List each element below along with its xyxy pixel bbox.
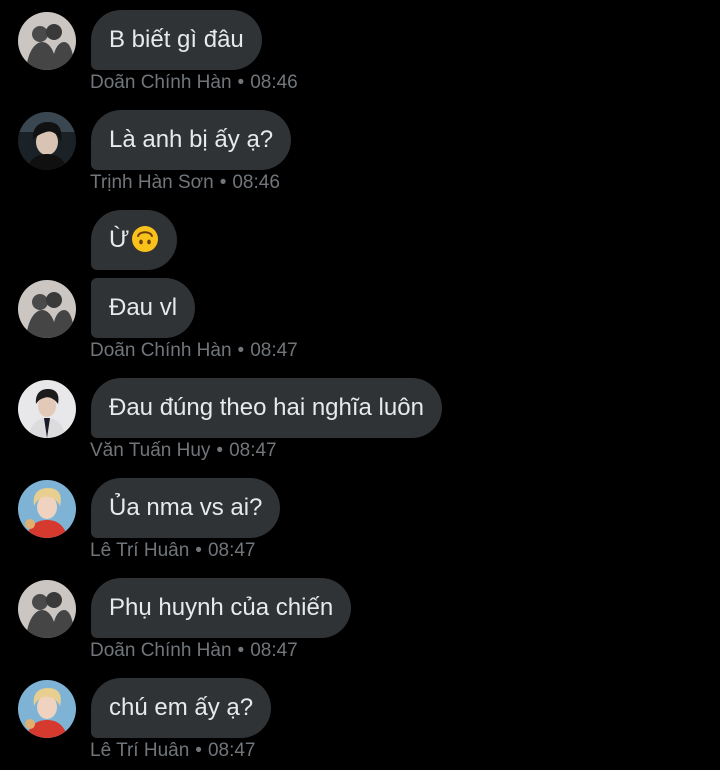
message-bubble[interactable]: Đau đúng theo hai nghĩa luôn (91, 378, 442, 438)
conversation: B biết gì đâu Doãn Chính Hàn • 08:46 Là an… (0, 0, 720, 770)
separator-dot: • (237, 72, 245, 93)
message-time: 08:46 (250, 72, 298, 93)
message-time: 08:47 (250, 640, 298, 661)
separator-dot: • (219, 172, 227, 193)
message-bubble[interactable]: Ủa nma vs ai? (91, 478, 281, 538)
message-text: Phụ huynh của chiến (109, 594, 334, 621)
message-text: Ủa nma vs ai? (109, 494, 263, 521)
separator-dot: • (237, 640, 245, 661)
message-meta: Văn Tuấn Huy • 08:47 (90, 440, 277, 462)
message-time: 08:47 (207, 740, 256, 761)
avatar-dark-hair-icon[interactable] (18, 112, 76, 170)
message-meta: Doãn Chính Hàn • 08:47 (90, 640, 298, 662)
sender-name[interactable]: Lê Trí Huân (90, 740, 189, 761)
sender-name[interactable]: Doãn Chính Hàn (90, 72, 232, 93)
separator-dot: • (216, 440, 224, 461)
sender-name[interactable]: Văn Tuấn Huy (90, 440, 210, 461)
avatar-silhouette-icon[interactable] (18, 280, 76, 338)
message-text: Là anh bị ấy ạ? (109, 126, 274, 153)
message-bubble[interactable]: Ừ (91, 210, 177, 270)
sender-name[interactable]: Doãn Chính Hàn (90, 340, 232, 361)
message-time: 08:47 (229, 440, 277, 461)
message-text: B biết gì đâu (109, 26, 244, 53)
message-time: 08:46 (232, 172, 280, 193)
message-text: Đau đúng theo hai nghĩa luôn (109, 394, 424, 421)
message-text: Đau vl (109, 294, 178, 321)
message-meta: Doãn Chính Hàn • 08:46 (90, 72, 298, 94)
avatar-silhouette-icon[interactable] (18, 580, 76, 638)
avatar-blonde-icon[interactable] (18, 680, 76, 738)
message-bubble[interactable]: Phụ huynh của chiến (91, 578, 352, 638)
message-meta: Lê Trí Huân • 08:47 (90, 740, 255, 762)
message-text: Ừ (109, 226, 130, 253)
message-text: chú em ấy ạ? (109, 694, 254, 721)
avatar-blonde-icon[interactable] (18, 480, 76, 538)
message-time: 08:47 (250, 340, 298, 361)
separator-dot: • (237, 340, 245, 361)
separator-dot: • (195, 540, 202, 561)
message-bubble[interactable]: chú em ấy ạ? (91, 678, 272, 738)
message-bubble[interactable]: Đau vl (91, 278, 196, 338)
message-meta: Trịnh Hàn Sơn • 08:46 (90, 172, 280, 194)
message-meta: Lê Trí Huân • 08:47 (90, 540, 255, 562)
message-bubble[interactable]: Là anh bị ấy ạ? (91, 110, 292, 170)
upside-down-face-icon (131, 226, 158, 252)
sender-name[interactable]: Lê Trí Huân (90, 540, 189, 561)
sender-name[interactable]: Doãn Chính Hàn (90, 640, 232, 661)
avatar-silhouette-icon[interactable] (18, 12, 76, 70)
avatar-suit-icon[interactable] (18, 380, 76, 438)
message-bubble[interactable]: B biết gì đâu (91, 10, 262, 70)
separator-dot: • (195, 740, 202, 761)
sender-name[interactable]: Trịnh Hàn Sơn (90, 172, 214, 193)
message-meta: Doãn Chính Hàn • 08:47 (90, 340, 298, 362)
message-time: 08:47 (207, 540, 256, 561)
